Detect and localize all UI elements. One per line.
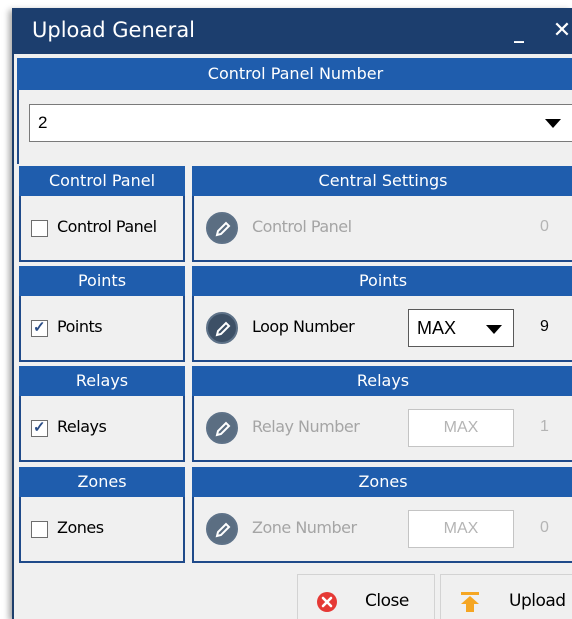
edit-pencil-icon[interactable] xyxy=(206,312,238,344)
central-settings-box: Control Panel 0 xyxy=(192,196,572,262)
upload-general-window: Upload General _ ✕ Control Panel Number … xyxy=(12,8,572,619)
central-settings-header: Central Settings xyxy=(192,166,572,196)
edit-pencil-icon xyxy=(206,412,238,444)
checkmark-icon: ✓ xyxy=(33,419,46,436)
zones-box: Zones xyxy=(19,497,185,563)
window-title: Upload General xyxy=(32,18,196,42)
control-panel-number-value: 2 xyxy=(38,113,48,132)
close-icon xyxy=(317,592,337,612)
points-checkbox-label[interactable]: Points xyxy=(57,317,103,336)
relay-number-label: Relay Number xyxy=(252,417,360,436)
control-panel-field-label: Control Panel xyxy=(252,217,352,236)
edit-pencil-icon xyxy=(206,513,238,545)
relays-settings-header: Relays xyxy=(192,366,572,396)
chevron-down-icon xyxy=(545,119,561,128)
upload-button[interactable]: Upload xyxy=(440,574,572,619)
points-settings-header: Points xyxy=(192,266,572,296)
zones-checkbox[interactable] xyxy=(31,521,48,538)
control-panel-box: Control Panel xyxy=(19,196,185,262)
checkmark-icon: ✓ xyxy=(33,319,46,336)
loop-number-value: 9 xyxy=(540,318,549,335)
relays-checkbox-label[interactable]: Relays xyxy=(57,417,107,436)
chevron-down-icon xyxy=(486,325,502,334)
loop-number-label: Loop Number xyxy=(252,317,355,336)
relays-box: ✓ Relays xyxy=(19,396,185,462)
close-button-label: Close xyxy=(365,591,409,611)
relay-number-value: 1 xyxy=(540,418,549,435)
control-panel-checkbox-label[interactable]: Control Panel xyxy=(57,217,157,236)
relay-number-input-value: MAX xyxy=(443,419,479,436)
minimize-icon[interactable]: _ xyxy=(504,16,534,46)
close-window-icon[interactable]: ✕ xyxy=(547,16,572,46)
relays-header: Relays xyxy=(19,366,185,396)
relays-checkbox[interactable]: ✓ xyxy=(31,419,48,437)
control-panel-value: 0 xyxy=(540,218,549,235)
zones-checkbox-label[interactable]: Zones xyxy=(57,518,104,537)
loop-number-dropdown-value: MAX xyxy=(417,318,457,338)
points-checkbox[interactable]: ✓ xyxy=(31,319,48,337)
points-settings-box: Loop Number MAX 9 xyxy=(192,296,572,362)
close-button[interactable]: Close xyxy=(297,574,435,619)
zone-number-input: MAX xyxy=(408,510,514,548)
relays-settings-box: Relay Number MAX 1 xyxy=(192,396,572,462)
points-box: ✓ Points xyxy=(19,296,185,362)
control-panel-number-header: Control Panel Number xyxy=(17,58,572,90)
points-header: Points xyxy=(19,266,185,296)
zone-number-input-value: MAX xyxy=(443,520,479,537)
control-panel-checkbox[interactable] xyxy=(31,220,48,237)
upload-button-label: Upload xyxy=(509,591,566,611)
control-panel-number-select[interactable]: 2 xyxy=(29,104,572,142)
edit-pencil-icon xyxy=(206,212,238,244)
zone-number-label: Zone Number xyxy=(252,518,357,537)
zones-settings-header: Zones xyxy=(192,467,572,497)
relay-number-input: MAX xyxy=(408,409,514,447)
control-panel-header: Control Panel xyxy=(19,166,185,196)
loop-number-dropdown[interactable]: MAX xyxy=(408,309,514,347)
zones-settings-box: Zone Number MAX 0 xyxy=(192,497,572,563)
upload-arrow-icon xyxy=(461,592,479,612)
zones-header: Zones xyxy=(19,467,185,497)
zone-number-value: 0 xyxy=(540,519,549,536)
title-bar[interactable]: Upload General _ ✕ xyxy=(14,8,572,54)
control-panel-number-section: 2 xyxy=(17,90,572,164)
